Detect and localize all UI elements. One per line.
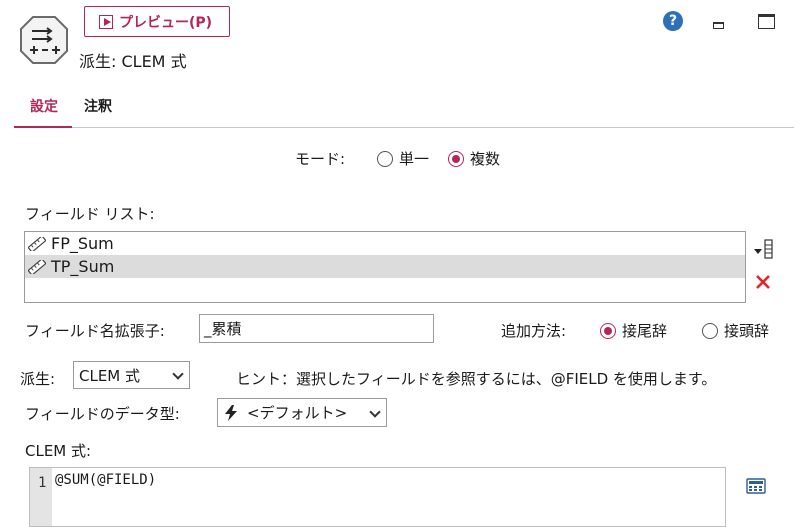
node-title: 派生: CLEM 式 [79,52,187,71]
mode-label: モード: [295,150,346,168]
suffix-label: 接尾辞 [622,322,668,340]
derive-label: 派生: [20,370,56,388]
line-number: 1 [38,475,47,491]
minimize-icon[interactable] [713,22,724,29]
expression-builder-icon[interactable] [746,478,766,494]
mode-single-radio[interactable] [377,150,393,167]
clem-code[interactable]: @SUM(@FIELD) [55,472,156,488]
maximize-icon[interactable] [758,14,775,29]
derive-node-icon [20,16,68,64]
prefix-option[interactable]: 接頭辞 [702,320,769,341]
derive-select[interactable]: CLEM 式 [73,361,190,389]
help-icon[interactable]: ? [663,11,683,31]
field-list-item[interactable]: TP_Sum [25,255,745,278]
preview-button[interactable]: プレビュー(P) [84,6,230,37]
mode-multiple-option[interactable]: 複数 [448,148,500,169]
mode-multiple-label: 複数 [470,150,501,168]
data-type-select[interactable]: <デフォルト> [217,398,387,427]
play-icon [99,14,113,29]
clem-label: CLEM 式: [25,442,92,460]
active-tab-indicator [14,126,72,128]
field-list[interactable]: FP_Sum TP_Sum [24,231,746,303]
tab-divider [14,127,794,128]
chevron-down-icon [172,368,184,380]
add-method-label: 追加方法: [501,322,567,340]
tab-settings[interactable]: 設定 [30,96,58,116]
chevron-down-icon [369,405,381,418]
field-picker-icon[interactable] [753,239,775,259]
data-type-label: フィールドのデータ型: [25,405,180,423]
preview-button-label: プレビュー(P) [119,14,213,31]
mode-multiple-radio[interactable] [448,150,464,167]
field-name: TP_Sum [51,257,115,276]
hint-text: ヒント：選択したフィールドを参照するには、@FIELD を使用します。 [236,370,717,388]
field-name: FP_Sum [51,234,114,253]
suffix-option[interactable]: 接尾辞 [600,320,667,341]
field-list-item[interactable]: FP_Sum [25,232,745,255]
continuous-field-icon [28,259,46,274]
derive-select-value: CLEM 式 [79,366,141,385]
extension-input[interactable]: _累積 [199,314,434,343]
clem-expression-editor[interactable]: 1 @SUM(@FIELD) [29,467,726,527]
prefix-radio[interactable] [702,322,718,339]
continuous-field-icon [28,236,46,251]
delete-field-icon[interactable] [755,275,771,289]
mode-single-label: 単一 [399,150,430,168]
lightning-icon [225,404,237,421]
suffix-radio[interactable] [600,322,616,339]
mode-single-option[interactable]: 単一 [377,148,429,169]
tab-annotations[interactable]: 注釈 [84,96,112,116]
data-type-value: <デフォルト> [247,404,348,422]
extension-label: フィールド名拡張子: [25,322,165,340]
prefix-label: 接頭辞 [724,322,770,340]
field-list-label: フィールド リスト: [25,205,155,223]
